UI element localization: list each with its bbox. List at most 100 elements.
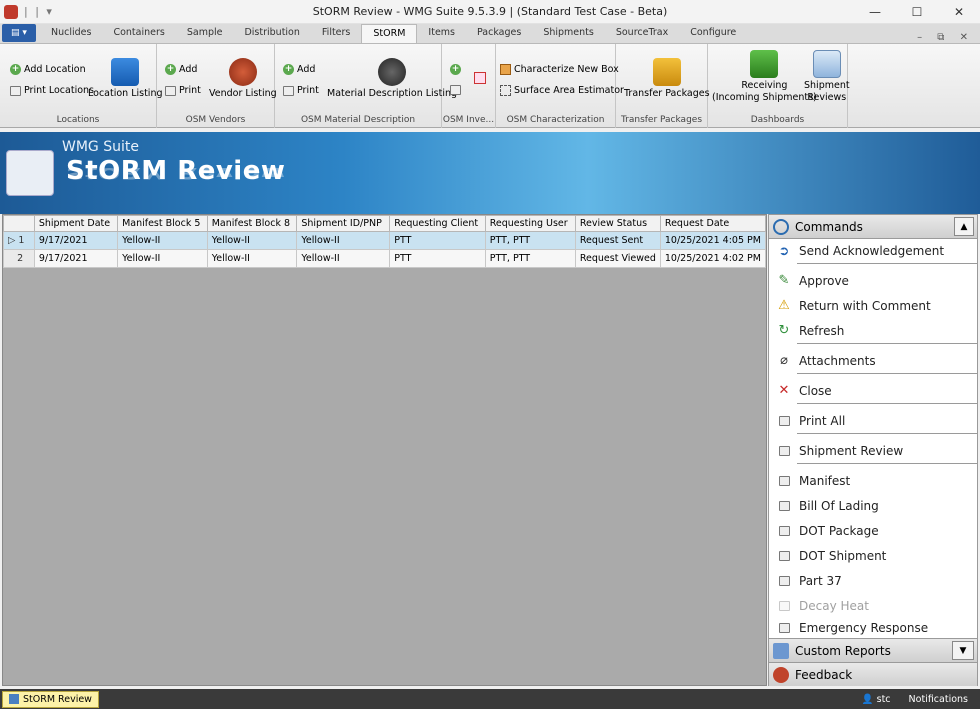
tab-packages[interactable]: Packages xyxy=(466,24,532,43)
tab-items[interactable]: Items xyxy=(417,24,466,43)
cmd-refresh[interactable]: ↻ Refresh xyxy=(769,318,977,343)
column-header[interactable]: Manifest Block 5 xyxy=(117,215,208,232)
table-cell[interactable]: 9/17/2021 xyxy=(33,231,119,250)
tab-sourcetrax[interactable]: SourceTrax xyxy=(605,24,679,43)
table-row[interactable]: ▷ 1 9/17/2021 Yellow-II Yellow-II Yellow… xyxy=(3,231,767,250)
transfer-packages-button[interactable]: Transfer Packages xyxy=(624,58,710,100)
table-cell[interactable]: PTT xyxy=(389,249,486,268)
table-cell[interactable]: PTT, PTT xyxy=(484,249,576,268)
material-description-listing-button[interactable]: Material Description Listing xyxy=(327,58,457,100)
row-number[interactable]: 2 xyxy=(3,249,35,268)
feedback-icon xyxy=(773,666,789,683)
column-header[interactable]: Manifest Block 8 xyxy=(206,215,298,232)
mdi-window-controls[interactable]: – ⧉ ✕ xyxy=(917,32,974,43)
cmd-bill-of-lading[interactable]: Bill Of Lading xyxy=(769,493,977,518)
table-cell[interactable]: 10/25/2021 4:02 PM xyxy=(659,249,767,268)
application-menu-button[interactable]: ▤ ▾ xyxy=(2,24,36,42)
table-cell[interactable]: Yellow-II xyxy=(206,231,298,250)
table-cell[interactable]: Request Viewed xyxy=(574,249,661,268)
add-location-button[interactable]: + Add Location xyxy=(10,64,86,75)
vendor-listing-button[interactable]: Vendor Listing xyxy=(209,58,277,100)
table-cell[interactable]: PTT, PTT xyxy=(484,231,576,250)
cmd-dot-package[interactable]: DOT Package xyxy=(769,518,977,543)
inventory-grid-button[interactable] xyxy=(474,72,486,84)
table-cell[interactable]: 10/25/2021 4:05 PM xyxy=(659,231,767,250)
notifications-button[interactable]: Notifications xyxy=(909,694,968,705)
cmd-approve[interactable]: ✎ Approve xyxy=(769,268,977,293)
close-window-button[interactable]: ✕ xyxy=(938,0,980,24)
cmd-shipment-review[interactable]: Shipment Review xyxy=(769,438,977,463)
column-header[interactable]: Requesting User xyxy=(484,215,576,232)
table-cell[interactable]: Yellow-II xyxy=(296,231,391,250)
table-cell[interactable]: 9/17/2021 xyxy=(33,249,119,268)
column-header[interactable]: Request Date xyxy=(659,215,767,232)
column-header[interactable]: Shipment Date xyxy=(33,215,119,232)
printer-icon xyxy=(165,85,176,96)
app-icon[interactable] xyxy=(4,4,18,19)
printer-icon xyxy=(769,623,799,633)
shipment-review-grid[interactable]: Shipment Date Manifest Block 5 Manifest … xyxy=(2,214,767,686)
cmd-manifest[interactable]: Manifest xyxy=(769,468,977,493)
cmd-decay-heat[interactable]: Decay Heat xyxy=(769,593,977,618)
collapse-button[interactable]: ▲ xyxy=(954,217,974,236)
add-inventory-button[interactable]: + xyxy=(450,64,461,75)
surface-area-estimator-button[interactable]: Surface Area Estimator xyxy=(500,85,624,96)
table-cell[interactable]: Request Sent xyxy=(574,231,661,250)
cmd-send-acknowledgement[interactable]: ➲ Send Acknowledgement xyxy=(769,239,977,263)
tab-containers[interactable]: Containers xyxy=(102,24,175,43)
column-header[interactable]: Requesting Client xyxy=(389,215,486,232)
group-label: Transfer Packages xyxy=(620,115,703,125)
printer-icon xyxy=(769,475,799,486)
grid-table: Shipment Date Manifest Block 5 Manifest … xyxy=(3,215,767,268)
row-number[interactable]: ▷ 1 xyxy=(3,231,35,250)
column-header[interactable]: Review Status xyxy=(574,215,661,232)
group-osm-vendors: + Add Print Vendor Listing OSM Vendors xyxy=(157,44,277,128)
cmd-emergency-response[interactable]: Emergency Response xyxy=(769,618,977,638)
print-material-button[interactable]: Print xyxy=(283,85,319,96)
receiving-button[interactable]: Receiving (Incoming Shipments) xyxy=(712,50,817,104)
table-cell[interactable]: Yellow-II xyxy=(206,249,298,268)
tab-distribution[interactable]: Distribution xyxy=(233,24,310,43)
tab-nuclides[interactable]: Nuclides xyxy=(40,24,102,43)
print-locations-button[interactable]: Print Locations xyxy=(10,85,94,96)
tab-storm[interactable]: StORM xyxy=(361,24,418,43)
group-transfer-packages: Transfer Packages Transfer Packages xyxy=(616,44,710,128)
cmd-attachments[interactable]: ⌀ Attachments xyxy=(769,348,977,373)
user-indicator[interactable]: 👤 stc xyxy=(862,694,891,705)
maximize-button[interactable]: ☐ xyxy=(896,0,938,24)
open-document-tab[interactable]: StORM Review xyxy=(2,690,99,708)
print-inventory-button[interactable] xyxy=(450,85,461,95)
window-controls: — ☐ ✕ xyxy=(854,0,980,24)
table-row[interactable]: 2 9/17/2021 Yellow-II Yellow-II Yellow-I… xyxy=(3,249,767,268)
cmd-close[interactable]: ✕ Close xyxy=(769,378,977,403)
cmd-print-all[interactable]: Print All xyxy=(769,408,977,433)
print-vendors-button[interactable]: Print xyxy=(165,85,201,96)
cmd-dot-shipment[interactable]: DOT Shipment xyxy=(769,543,977,568)
feedback-panel[interactable]: Feedback xyxy=(769,662,977,686)
table-cell[interactable]: Yellow-II xyxy=(296,249,391,268)
location-listing-button[interactable]: Location Listing xyxy=(88,58,163,100)
cmd-part-37[interactable]: Part 37 xyxy=(769,568,977,593)
minimize-button[interactable]: — xyxy=(854,0,896,24)
tab-sample[interactable]: Sample xyxy=(176,24,234,43)
status-bar: StORM Review 👤 stc Notifications xyxy=(0,689,980,709)
column-header[interactable]: Shipment ID/PNP xyxy=(296,215,391,232)
table-cell[interactable]: PTT xyxy=(389,231,486,250)
add-material-button[interactable]: + Add xyxy=(283,64,315,75)
tab-filters[interactable]: Filters xyxy=(311,24,361,43)
table-cell[interactable]: Yellow-II xyxy=(117,231,208,250)
tab-configure[interactable]: Configure xyxy=(679,24,747,43)
row-indicator-header[interactable] xyxy=(3,215,35,232)
custom-reports-panel[interactable]: Custom Reports ▼ xyxy=(769,638,977,662)
dropdown-button[interactable]: ▼ xyxy=(952,641,974,660)
ribbon-tab-bar: ▤ ▾ Nuclides Containers Sample Distribut… xyxy=(0,24,980,44)
tab-shipments[interactable]: Shipments xyxy=(532,24,605,43)
commands-header[interactable]: Commands ▲ xyxy=(769,215,977,239)
table-cell[interactable]: Yellow-II xyxy=(117,249,208,268)
characterize-new-box-button[interactable]: Characterize New Box xyxy=(500,64,619,75)
cmd-return-with-comment[interactable]: ⚠ Return with Comment xyxy=(769,293,977,318)
shipment-reviews-button[interactable]: Shipment Reviews xyxy=(804,50,850,104)
add-vendor-button[interactable]: + Add xyxy=(165,64,197,75)
quick-access-toolbar[interactable]: | | ▾ xyxy=(24,5,54,18)
group-osm-inventory: + OSM Inve... xyxy=(442,44,496,128)
